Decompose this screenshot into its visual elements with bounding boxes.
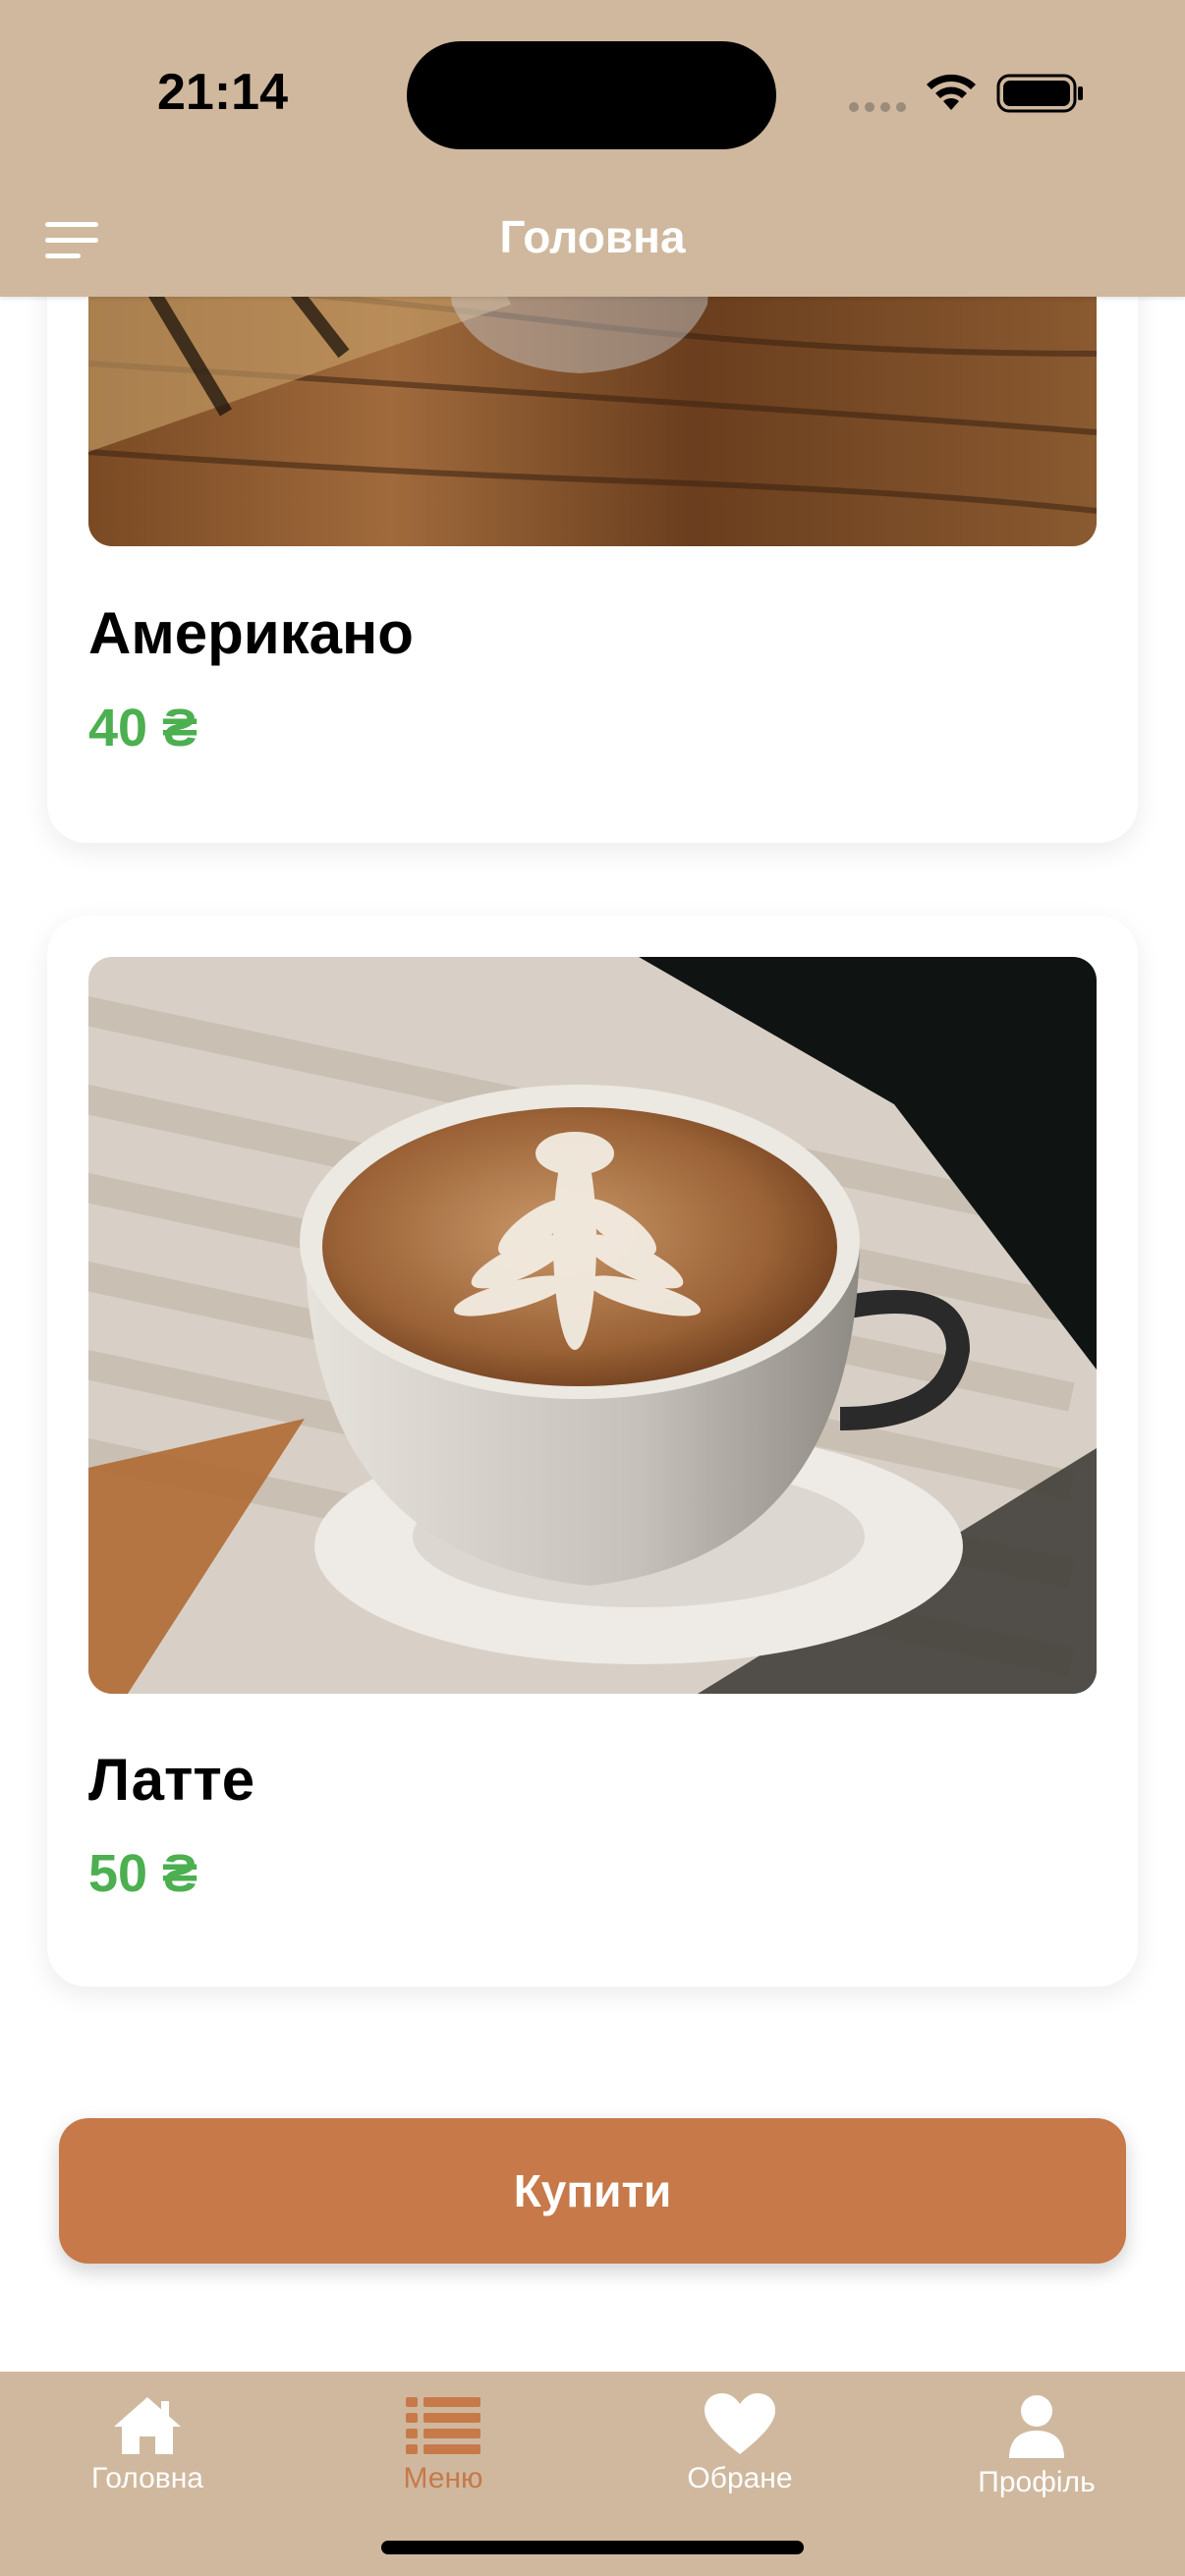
dynamic-island [407, 41, 776, 149]
tab-label: Профіль [978, 2466, 1096, 2498]
home-icon [114, 2397, 181, 2454]
signal-dots-icon [849, 102, 906, 114]
product-image-latte [88, 957, 1097, 1694]
wifi-icon [927, 74, 976, 110]
tab-label: Обране [687, 2462, 793, 2494]
top-bar: 21:14 Головна [0, 0, 1185, 297]
heart-icon [705, 2393, 775, 2454]
tab-favorites[interactable]: Обране [632, 2393, 848, 2495]
status-time: 21:14 [157, 64, 288, 121]
product-card[interactable]: Латте 50 ₴ [47, 916, 1138, 1987]
buy-button[interactable]: Купити [59, 2118, 1126, 2264]
tab-label: Головна [91, 2462, 203, 2494]
product-name: Латте [88, 1747, 255, 1813]
person-icon [1009, 2395, 1064, 2458]
product-name: Американо [88, 600, 414, 666]
home-indicator [381, 2541, 804, 2554]
tab-menu[interactable]: Меню [335, 2393, 551, 2495]
page-title: Головна [499, 211, 686, 262]
product-price: 40 ₴ [88, 699, 198, 757]
battery-icon [996, 74, 1083, 113]
tab-label: Меню [403, 2462, 483, 2494]
tab-profile[interactable]: Профіль [929, 2393, 1145, 2499]
product-price: 50 ₴ [88, 1844, 198, 1903]
list-icon [406, 2397, 480, 2454]
tab-home[interactable]: Головна [39, 2393, 255, 2495]
